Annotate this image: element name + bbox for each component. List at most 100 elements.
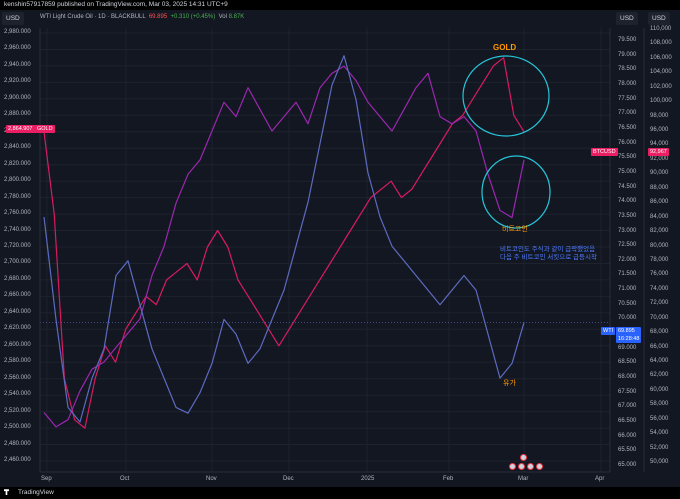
event-flag-icon-2[interactable] [518, 463, 525, 470]
right1-axis-tick: 70.500 [618, 300, 637, 307]
x-axis-tick: Feb [443, 476, 454, 482]
right1-axis-tick: 73.000 [618, 227, 637, 234]
right1-axis-tick: 71.500 [618, 271, 637, 278]
right1-axis-tick: 76.000 [618, 139, 637, 146]
right1-axis-tick: 70.000 [618, 315, 637, 322]
right1-axis-tick: 65.000 [618, 462, 637, 468]
left-axis-tick: 2,660.000 [4, 292, 31, 299]
note-annotation: 비트코인도 주식과 같이 급락했었음 다음 주 비트코인 서킷으로 급등시작 [500, 246, 597, 262]
right2-axis-tick: 56,000 [650, 415, 669, 422]
right2-axis-tick: 84,000 [650, 213, 669, 220]
wti-badge-countdown: 16:28:48 [618, 336, 640, 342]
footer-bar: TradingView [0, 487, 680, 499]
right2-axis-tick: 60,000 [650, 386, 669, 393]
right1-axis-tick: 74.000 [618, 198, 637, 205]
right1-axis-tick: 78.000 [618, 80, 637, 87]
event-marker-icon[interactable] [520, 454, 527, 461]
right2-axis-tick: 96,000 [650, 127, 669, 134]
wti-label-badge: WTI [601, 327, 616, 335]
left-axis-tick: 2,560.000 [4, 374, 31, 381]
right1-axis-tick: 76.500 [618, 124, 637, 131]
left-axis-tick: 2,580.000 [4, 358, 31, 365]
left-axis-tick: 2,780.000 [4, 193, 31, 200]
gold-badge-label: GOLD [37, 126, 53, 132]
right1-axis-tick: 65.500 [618, 447, 637, 454]
right2-axis-tick: 62,000 [650, 372, 669, 379]
right2-axis-tick: 92,000 [650, 155, 669, 162]
right2-axis-tick: 110,000 [650, 26, 672, 32]
right1-axis-tick: 79.000 [618, 51, 637, 58]
right1-axis-tick: 78.500 [618, 66, 637, 73]
right2-axis-tick: 108,000 [650, 40, 672, 47]
oil-annotation: 유가 [503, 380, 516, 387]
left-axis-tick: 2,900.000 [4, 94, 31, 101]
right2-axis-tick: 74,000 [650, 285, 669, 292]
left-axis-tick: 2,460.000 [4, 457, 31, 463]
right1-axis-tick: 77.000 [618, 110, 637, 117]
x-axis-tick: Apr [595, 476, 605, 482]
right1-axis-tick: 71.000 [618, 286, 637, 293]
left-axis-tick: 2,600.000 [4, 341, 31, 348]
x-axis-tick: Dec [283, 476, 294, 482]
right2-axis-tick: 54,000 [650, 430, 669, 437]
event-flag-icon-3[interactable] [527, 463, 534, 470]
right1-axis-tick: 74.500 [618, 183, 637, 190]
note-line-2: 다음 주 비트코인 서킷으로 급등시작 [500, 254, 597, 261]
right1-axis-tick: 73.500 [618, 212, 637, 219]
right1-axis-tick: 68.000 [618, 374, 637, 381]
btc-label-badge: BTCUSD [591, 148, 618, 156]
x-axis-tick: Nov [206, 476, 217, 482]
right1-axis-tick: 75.000 [618, 168, 637, 175]
left-axis-tick: 2,880.000 [4, 111, 31, 118]
right2-axis-tick: 66,000 [650, 343, 669, 350]
left-axis-tick: 2,520.000 [4, 407, 31, 414]
right2-axis-tick: 76,000 [650, 271, 669, 278]
right1-axis-tick: 66.000 [618, 432, 637, 439]
left-axis-tick: 2,640.000 [4, 308, 31, 315]
left-axis-tick: 2,620.000 [4, 325, 31, 332]
right1-axis-tick: 75.500 [618, 154, 637, 161]
right1-axis-tick: 66.500 [618, 418, 637, 425]
right1-axis-tick: 68.500 [618, 359, 637, 366]
x-axis-tick: Sep [41, 476, 52, 482]
left-axis-tick: 2,800.000 [4, 177, 31, 184]
left-axis-tick: 2,480.000 [4, 440, 31, 447]
right2-axis-tick: 106,000 [650, 54, 672, 61]
right2-axis-tick: 100,000 [650, 98, 672, 105]
note-line-1: 비트코인도 주식과 같이 급락했었음 [500, 246, 596, 253]
wti-badge-value: 69.895 [618, 328, 635, 334]
right2-axis-tick: 68,000 [650, 329, 669, 336]
right2-axis-tick: 102,000 [650, 83, 672, 90]
event-flag-icon-1[interactable] [509, 463, 516, 470]
x-axis-tick: Mar [518, 476, 529, 482]
event-flag-icon-4[interactable] [536, 463, 543, 470]
left-axis-tick: 2,680.000 [4, 275, 31, 282]
left-axis-tick: 2,960.000 [4, 45, 31, 52]
left-axis-tick: 2,980.000 [4, 29, 31, 35]
right2-axis-tick: 52,000 [650, 444, 669, 451]
right2-axis-tick: 80,000 [650, 242, 669, 249]
brand-name: TradingView [18, 489, 54, 496]
right2-axis-tick: 72,000 [650, 300, 669, 307]
right1-axis-tick: 69.000 [618, 344, 637, 351]
left-axis-tick: 2,760.000 [4, 210, 31, 217]
right2-axis-tick: 98,000 [650, 112, 669, 119]
right2-axis-tick: 94,000 [650, 141, 669, 148]
right1-axis-tick: 77.500 [618, 95, 637, 102]
right1-axis-tick: 67.500 [618, 388, 637, 395]
gold-annotation: GOLD [493, 43, 517, 52]
right1-axis-tick: 72.000 [618, 256, 637, 263]
right2-axis-tick: 90,000 [650, 170, 669, 177]
right1-axis-tick: 72.500 [618, 242, 637, 249]
left-axis-tick: 2,940.000 [4, 61, 31, 68]
left-axis-tick: 2,920.000 [4, 78, 31, 85]
right2-axis-tick: 78,000 [650, 256, 669, 263]
bitcoin-annotation: 비트코인 [502, 226, 528, 233]
x-axis-tick: 2025 [361, 476, 375, 482]
left-axis-tick: 2,740.000 [4, 226, 31, 233]
x-axis-tick: Oct [120, 476, 130, 482]
right2-axis-tick: 58,000 [650, 401, 669, 408]
right2-axis-tick: 86,000 [650, 199, 669, 206]
tradingview-logo-icon [4, 489, 9, 496]
left-axis-tick: 2,700.000 [4, 259, 31, 266]
